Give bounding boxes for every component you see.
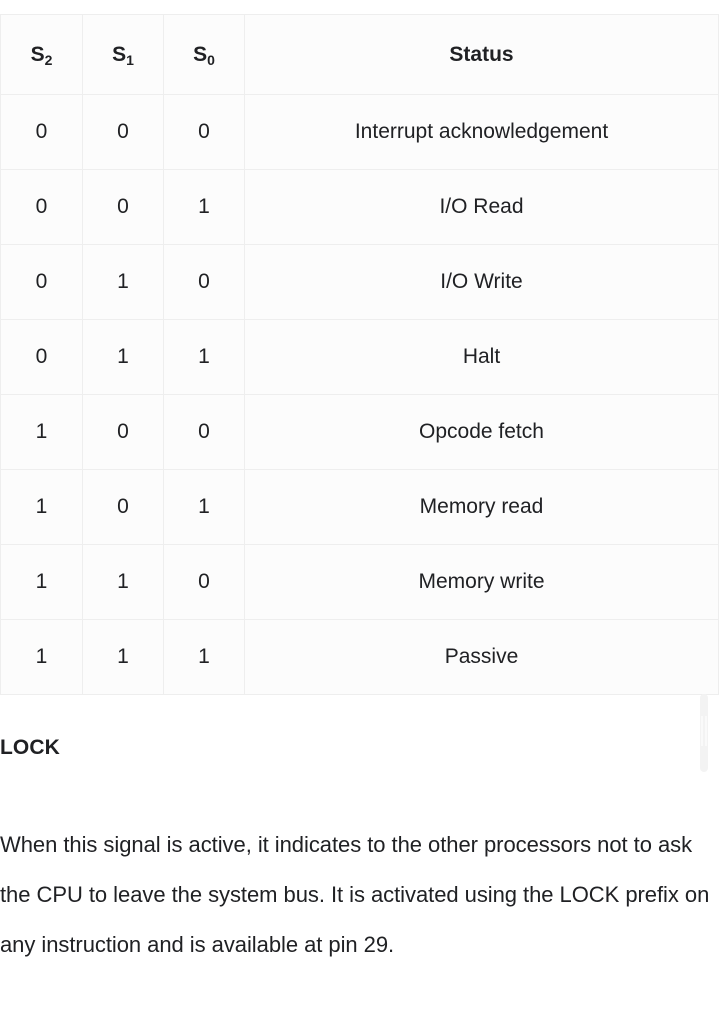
table-body: 0 0 0 Interrupt acknowledgement 0 0 1 I/… bbox=[0, 94, 719, 695]
section-paragraph-lock: When this signal is active, it indicates… bbox=[0, 832, 716, 957]
table-row: 0 1 1 Halt bbox=[0, 319, 719, 395]
table-row: 1 0 0 Opcode fetch bbox=[0, 394, 719, 470]
table-header: S2 S1 S0 Status bbox=[0, 14, 719, 95]
column-header-s1-subscript: 1 bbox=[126, 51, 134, 68]
cell-s1: 0 bbox=[82, 469, 164, 545]
cell-s2: 1 bbox=[0, 469, 83, 545]
cell-status: I/O Read bbox=[244, 169, 719, 245]
cell-s1: 1 bbox=[82, 244, 164, 320]
cell-s0: 1 bbox=[163, 169, 245, 245]
cell-s1: 0 bbox=[82, 94, 164, 170]
column-header-s0-subscript: 0 bbox=[207, 51, 215, 68]
column-header-status: Status bbox=[244, 14, 719, 95]
cell-s2: 1 bbox=[0, 544, 83, 620]
cell-s0: 1 bbox=[163, 469, 245, 545]
cell-s0: 0 bbox=[163, 394, 245, 470]
scrollbar-grip-line bbox=[705, 716, 707, 746]
column-header-s2-subscript: 2 bbox=[44, 51, 53, 68]
cell-status: Memory read bbox=[244, 469, 719, 545]
scrollbar-grip-line bbox=[701, 716, 703, 746]
cell-s0: 1 bbox=[163, 319, 245, 395]
status-table: S2 S1 S0 Status 0 0 0 Interrupt acknowle… bbox=[0, 14, 719, 695]
cell-s1: 0 bbox=[82, 169, 164, 245]
table-row: 0 1 0 I/O Write bbox=[0, 244, 719, 320]
cell-status: Halt bbox=[244, 319, 719, 395]
column-header-s0-label: S bbox=[193, 42, 208, 66]
cell-s2: 0 bbox=[0, 244, 83, 320]
column-header-s1-label: S bbox=[112, 42, 127, 66]
column-header-s2: S2 bbox=[0, 14, 83, 95]
cell-s0: 0 bbox=[163, 244, 245, 320]
cell-s0: 0 bbox=[163, 94, 245, 170]
cell-s0: 1 bbox=[163, 619, 245, 695]
section-heading-lock: LOCK bbox=[0, 736, 60, 759]
table-row: 0 0 0 Interrupt acknowledgement bbox=[0, 94, 719, 170]
scrollbar-thumb-bar[interactable] bbox=[700, 694, 708, 772]
cell-s0: 0 bbox=[163, 544, 245, 620]
table-row: 1 1 1 Passive bbox=[0, 619, 719, 695]
cell-s1: 1 bbox=[82, 619, 164, 695]
status-table-container: S2 S1 S0 Status 0 0 0 Interrupt acknowle… bbox=[0, 14, 719, 695]
cell-s2: 0 bbox=[0, 319, 83, 395]
table-header-row: S2 S1 S0 Status bbox=[0, 14, 719, 95]
cell-s1: 1 bbox=[82, 544, 164, 620]
cell-status: Interrupt acknowledgement bbox=[244, 94, 719, 170]
document-page: S2 S1 S0 Status 0 0 0 Interrupt acknowle… bbox=[0, 0, 719, 1036]
cell-status: Memory write bbox=[244, 544, 719, 620]
cell-status: Passive bbox=[244, 619, 719, 695]
column-header-s0: S0 bbox=[163, 14, 245, 95]
cell-s2: 1 bbox=[0, 394, 83, 470]
cell-status: I/O Write bbox=[244, 244, 719, 320]
table-row: 0 0 1 I/O Read bbox=[0, 169, 719, 245]
column-header-s2-label: S bbox=[30, 42, 45, 66]
scrollbar-thumb[interactable] bbox=[697, 694, 711, 778]
cell-status: Opcode fetch bbox=[244, 394, 719, 470]
cell-s2: 0 bbox=[0, 169, 83, 245]
table-row: 1 1 0 Memory write bbox=[0, 544, 719, 620]
table-row: 1 0 1 Memory read bbox=[0, 469, 719, 545]
cell-s2: 0 bbox=[0, 94, 83, 170]
column-header-s1: S1 bbox=[82, 14, 164, 95]
cell-s1: 0 bbox=[82, 394, 164, 470]
cell-s1: 1 bbox=[82, 319, 164, 395]
cell-s2: 1 bbox=[0, 619, 83, 695]
